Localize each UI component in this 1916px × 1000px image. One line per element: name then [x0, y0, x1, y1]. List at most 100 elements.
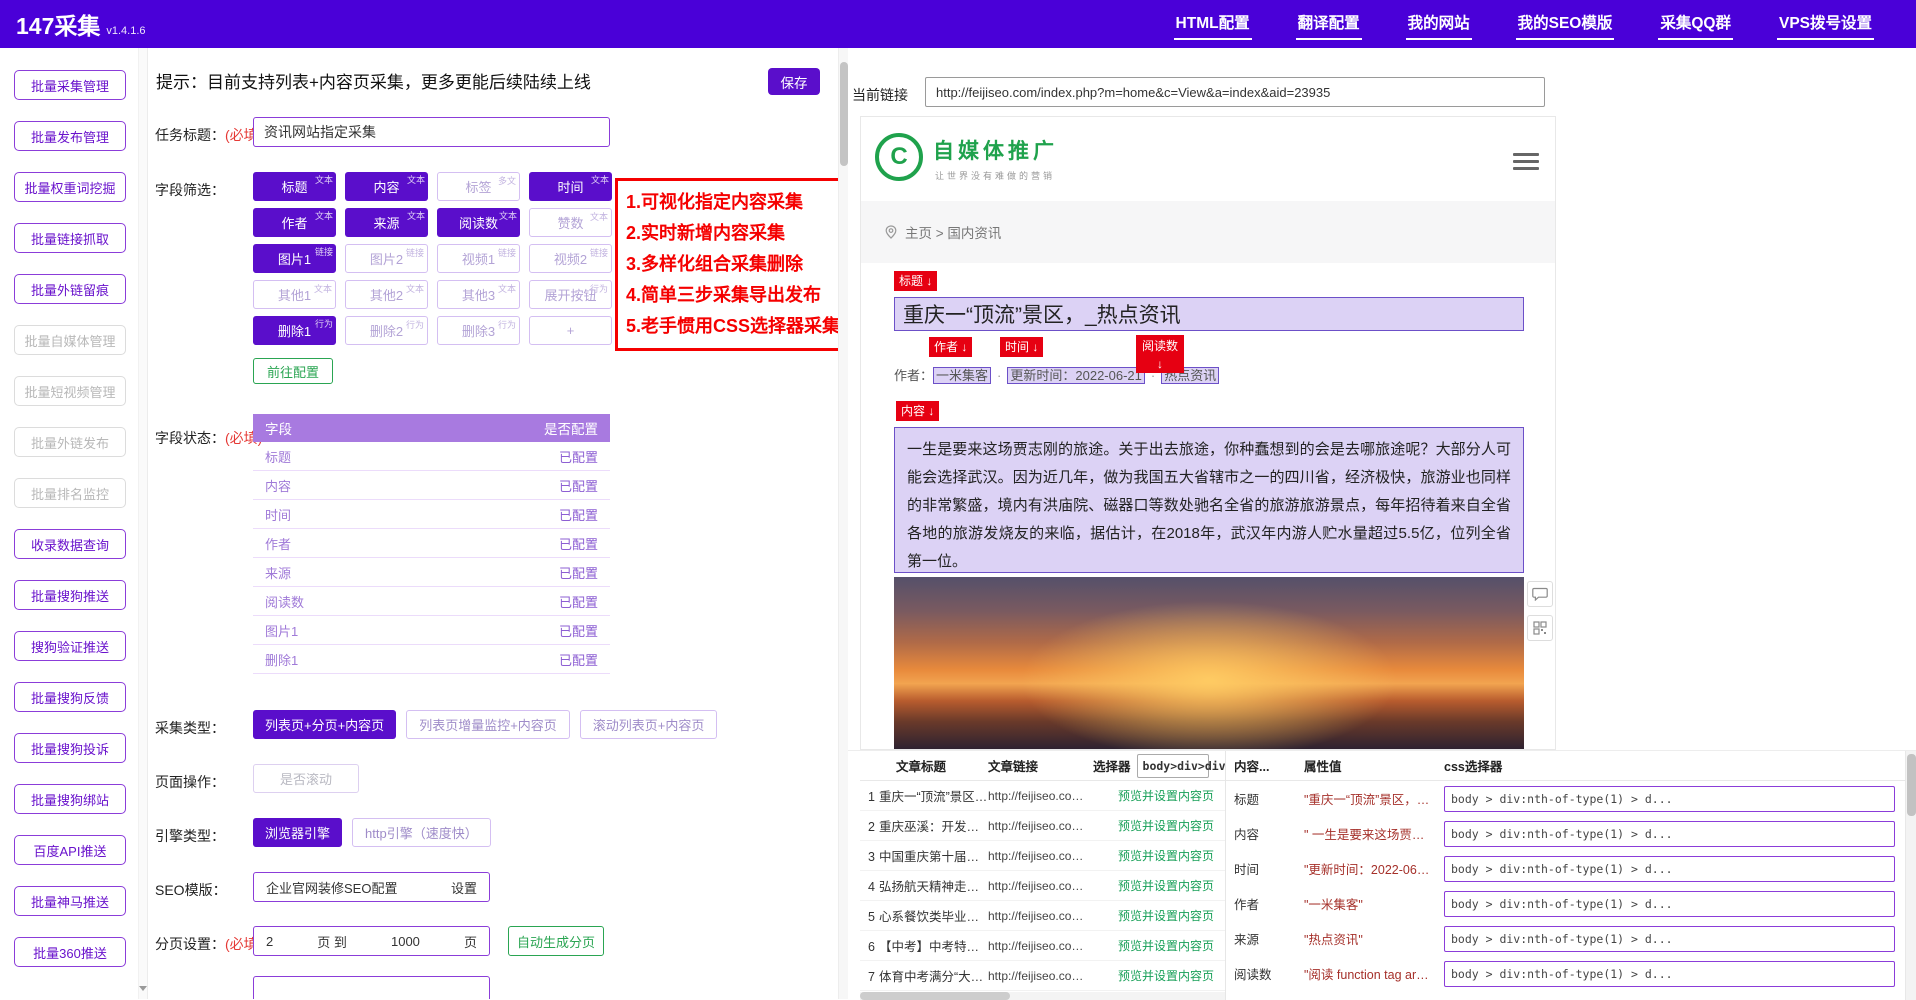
field-button[interactable]: 来源 文本 [345, 208, 428, 237]
tag-content[interactable]: 内容 ↓ [896, 401, 939, 421]
seo-template-select[interactable]: 企业官网装修SEO配置 设置 [253, 872, 490, 902]
field-button[interactable]: 删除2 行为 [345, 316, 428, 345]
save-button[interactable]: 保存 [768, 68, 820, 95]
article-link-cell[interactable]: http://feijiseo.com/in... [988, 789, 1088, 803]
status-configured-link[interactable]: 已配置 [559, 650, 598, 669]
field-button[interactable]: 视频2 链接 [529, 244, 612, 273]
sidebar-item[interactable]: 批量外链留痕 [14, 274, 126, 304]
tag-title[interactable]: 标题 ↓ [894, 271, 937, 291]
field-button[interactable]: 其他2 文本 [345, 280, 428, 309]
field-button[interactable]: 其他1 文本 [253, 280, 336, 309]
preview-action-link[interactable]: 预览并设置内容页 [1088, 937, 1214, 954]
pagination-from[interactable]: 2 [266, 934, 273, 949]
sidebar-item[interactable]: 收录数据查询 [14, 529, 126, 559]
meta-time[interactable]: 更新时间：2022-06-21 [1007, 367, 1145, 384]
css-selector-input[interactable]: body > div:nth-of-type(1) > d... [1444, 926, 1895, 952]
field-button[interactable]: 删除3 行为 [437, 316, 520, 345]
collect-type-option[interactable]: 列表页+分页+内容页 [253, 710, 396, 739]
sidebar-item[interactable]: 批量搜狗绑站 [14, 784, 126, 814]
article-body[interactable]: 一生是要来这场贾志刚的旅途。关于出去旅途，你种蠢想到的会是去哪旅途呢？大部分人可… [894, 427, 1524, 573]
css-selector-input[interactable]: body > div:nth-of-type(1) > d... [1444, 856, 1895, 882]
status-configured-link[interactable]: 已配置 [559, 505, 598, 524]
status-configured-link[interactable]: 已配置 [559, 534, 598, 553]
article-title[interactable]: 重庆一“顶流”景区，_热点资讯 [894, 297, 1524, 331]
status-configured-link[interactable]: 已配置 [559, 476, 598, 495]
engine-option[interactable]: http引擎（速度快） [352, 818, 491, 847]
vertical-scrollbar[interactable] [1905, 751, 1916, 1000]
article-link-cell[interactable]: http://feijiseo.com/in... [988, 939, 1088, 953]
truncated-input[interactable] [253, 976, 490, 999]
sidebar-item[interactable]: 批量360推送 [14, 937, 126, 967]
pagination-box[interactable]: 2 页 到 1000 页 [253, 926, 490, 956]
article-link-cell[interactable]: http://feijiseo.com/in... [988, 969, 1088, 983]
sidebar-item[interactable]: 批量权重词挖掘 [14, 172, 126, 202]
status-configured-link[interactable]: 已配置 [559, 592, 598, 611]
tag-time[interactable]: 时间 ↓ [1000, 337, 1043, 357]
css-selector-input[interactable]: body > div:nth-of-type(1) > d... [1444, 786, 1895, 812]
task-title-input[interactable] [253, 117, 610, 147]
field-button[interactable]: 赞数 文本 [529, 208, 612, 237]
seo-settings-link[interactable]: 设置 [451, 878, 477, 897]
preview-action-link[interactable]: 预览并设置内容页 [1088, 817, 1214, 834]
field-button[interactable]: 时间 文本 [529, 172, 612, 201]
preview-action-link[interactable]: 预览并设置内容页 [1088, 847, 1214, 864]
page-action-option[interactable]: 是否滚动 [253, 764, 359, 793]
field-button[interactable]: 图片2 链接 [345, 244, 428, 273]
status-configured-link[interactable]: 已配置 [559, 563, 598, 582]
sidebar-item[interactable]: 批量排名监控 [14, 478, 126, 508]
field-button[interactable]: 标题 文本 [253, 172, 336, 201]
css-selector-input[interactable]: body > div:nth-of-type(1) > d... [1444, 891, 1895, 917]
scrollbar-thumb[interactable] [1907, 754, 1916, 816]
sidebar-item[interactable]: 批量链接抓取 [14, 223, 126, 253]
field-button[interactable]: 作者 文本 [253, 208, 336, 237]
qr-float-button[interactable] [1527, 615, 1553, 641]
sidebar-item[interactable]: 批量神马推送 [14, 886, 126, 916]
field-button[interactable]: 其他3 文本 [437, 280, 520, 309]
collect-type-option[interactable]: 列表页增量监控+内容页 [406, 710, 570, 739]
article-link-cell[interactable]: http://feijiseo.com/in... [988, 849, 1088, 863]
field-button[interactable]: 删除1 行为 [253, 316, 336, 345]
sidebar-scrollbar[interactable] [138, 48, 147, 999]
pagination-to[interactable]: 1000 [391, 934, 420, 949]
sidebar-item[interactable]: 批量采集管理 [14, 70, 126, 100]
field-button[interactable]: 阅读数 文本 [437, 208, 520, 237]
preview-action-link[interactable]: 预览并设置内容页 [1088, 877, 1214, 894]
sidebar-item[interactable]: 百度API推送 [14, 835, 126, 865]
topnav-item[interactable]: HTML配置 [1174, 8, 1252, 40]
css-selector-input[interactable]: body > div:nth-of-type(1) > d... [1444, 821, 1895, 847]
collect-type-option[interactable]: 滚动列表页+内容页 [580, 710, 718, 739]
article-link-cell[interactable]: http://feijiseo.com/in... [988, 819, 1088, 833]
status-configured-link[interactable]: 已配置 [559, 621, 598, 640]
topnav-item[interactable]: 翻译配置 [1296, 8, 1362, 40]
field-button[interactable]: 内容 文本 [345, 172, 428, 201]
sidebar-item[interactable]: 批量发布管理 [14, 121, 126, 151]
preview-action-link[interactable]: 预览并设置内容页 [1088, 787, 1214, 804]
field-button[interactable]: + [529, 316, 612, 345]
engine-option[interactable]: 浏览器引擎 [253, 818, 342, 847]
goto-config-button[interactable]: 前往配置 [253, 358, 333, 384]
sidebar-item[interactable]: 批量短视频管理 [14, 376, 126, 406]
article-link-cell[interactable]: http://feijiseo.com/in... [988, 879, 1088, 893]
tag-author[interactable]: 作者 ↓ [929, 337, 972, 357]
topnav-item[interactable]: 我的网站 [1406, 8, 1472, 40]
scrollbar-thumb[interactable] [840, 62, 848, 166]
field-button[interactable]: 标签 多文 [437, 172, 520, 201]
sidebar-item[interactable]: 搜狗验证推送 [14, 631, 126, 661]
topnav-item[interactable]: 采集QQ群 [1658, 8, 1733, 40]
current-link-input[interactable] [925, 77, 1545, 107]
auto-generate-button[interactable]: 自动生成分页 [508, 926, 604, 956]
main-scrollbar[interactable] [838, 48, 848, 999]
field-button[interactable]: 视频1 链接 [437, 244, 520, 273]
tag-reads[interactable]: 阅读数 ↓ [1136, 335, 1184, 373]
breadcrumb[interactable]: 主页 > 国内资讯 [905, 222, 1001, 242]
article-link-cell[interactable]: http://feijiseo.com/in... [988, 909, 1088, 923]
topnav-item[interactable]: VPS拨号设置 [1777, 8, 1874, 40]
preview-action-link[interactable]: 预览并设置内容页 [1088, 907, 1214, 924]
field-button[interactable]: 图片1 链接 [253, 244, 336, 273]
topnav-item[interactable]: 我的SEO模版 [1516, 8, 1615, 40]
sidebar-item[interactable]: 批量搜狗投诉 [14, 733, 126, 763]
preview-action-link[interactable]: 预览并设置内容页 [1088, 967, 1214, 984]
selector-input[interactable]: body>div>div [1137, 754, 1209, 778]
chat-float-button[interactable] [1527, 581, 1553, 607]
status-configured-link[interactable]: 已配置 [559, 447, 598, 466]
